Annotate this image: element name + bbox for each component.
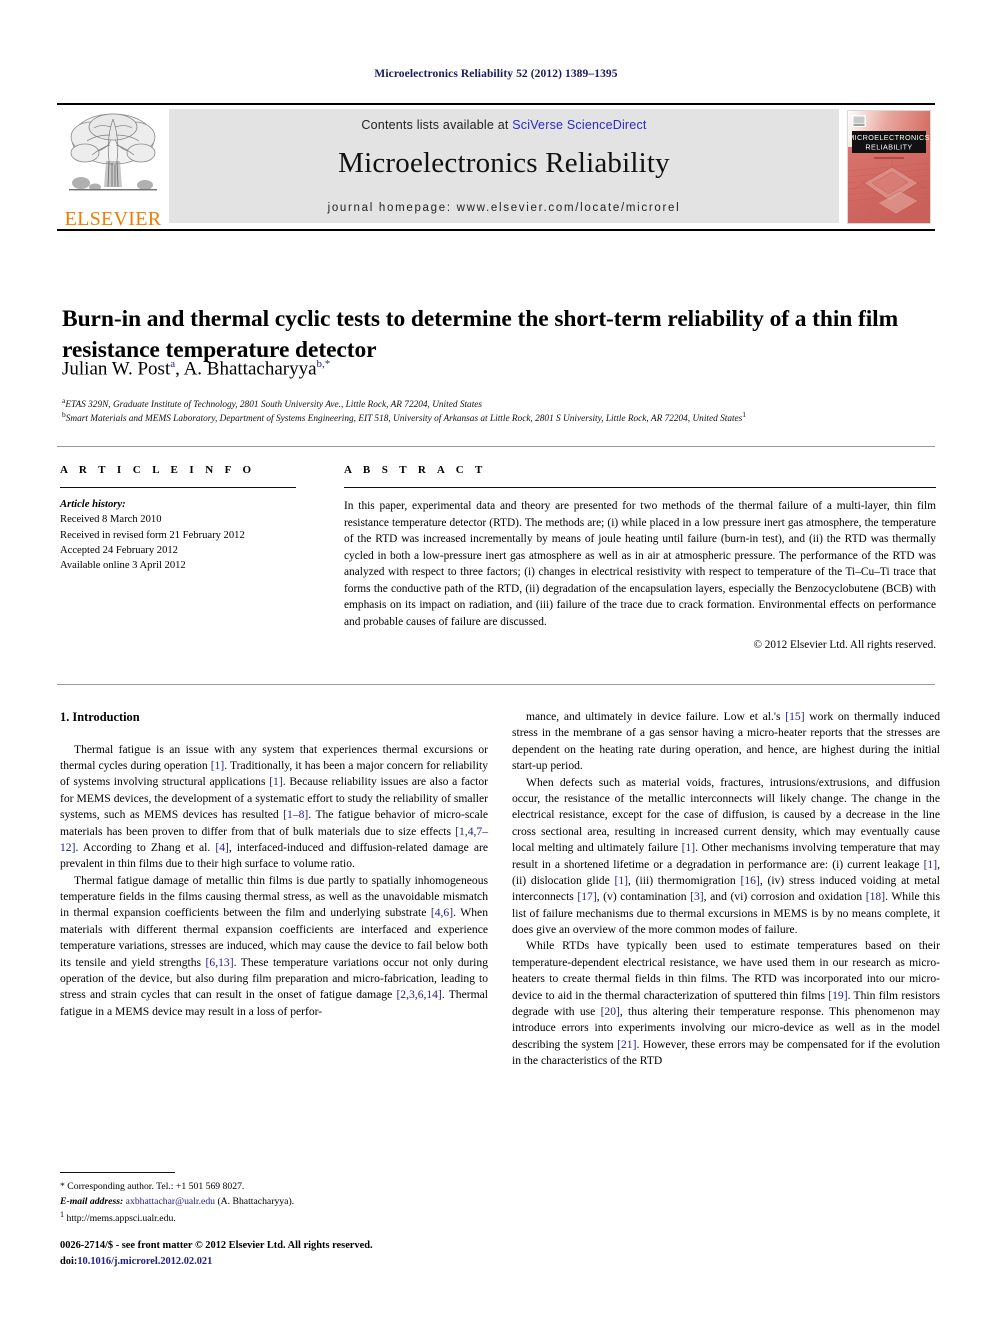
paragraph: mance, and ultimately in device failure.… [512, 710, 940, 773]
footnote-url: 1 http://mems.appsci.ualr.edu. [60, 1209, 488, 1227]
citation-reference[interactable]: [1–8] [283, 808, 308, 821]
svg-text:RELIABILITY: RELIABILITY [865, 143, 912, 152]
citation-reference[interactable]: [1] [682, 841, 696, 854]
sciencedirect-banner: Contents lists available at SciVerse Sci… [169, 109, 839, 223]
email-label: E-mail address: [60, 1195, 124, 1207]
paragraph: While RTDs have typically been used to e… [512, 939, 941, 1068]
body-column-left: 1. Introduction Thermal fatigue is an is… [60, 709, 488, 1020]
author-name-1: Julian W. Post [62, 358, 171, 380]
footnote-1-marker: 1 [60, 1210, 65, 1220]
sciencedirect-link[interactable]: SciVerse ScienceDirect [512, 118, 646, 132]
author-2-affil-marker: b,* [316, 358, 331, 370]
citation-reference[interactable]: [19] [828, 989, 847, 1002]
journal-masthead: ELSEVIER Contents lists available at Sci… [57, 103, 935, 231]
citation-reference[interactable]: [1] [269, 775, 283, 788]
elsevier-tree-icon [69, 113, 157, 191]
email-owner: (A. Bhattacharyya). [217, 1195, 295, 1207]
author-list: Julian W. Posta, A. Bhattacharyyab,* [62, 358, 331, 380]
imprint-block: 0026-2714/$ - see front matter © 2012 El… [60, 1238, 560, 1269]
abstract-block: A B S T R A C T In this paper, experimen… [344, 464, 936, 651]
footnote-email: E-mail address: axbhattachar@ualr.edu (A… [60, 1195, 488, 1210]
abstract-text: In this paper, experimental data and the… [344, 500, 936, 628]
citation-reference[interactable]: [1,4,7–12] [60, 825, 488, 854]
info-rule-top [57, 446, 935, 447]
abstract-copyright: © 2012 Elsevier Ltd. All rights reserved… [753, 639, 937, 652]
elsevier-logo: ELSEVIER [57, 105, 169, 229]
email-link[interactable]: axbhattachar@ualr.edu [126, 1196, 215, 1207]
citation-reference[interactable]: [20] [601, 1005, 620, 1018]
affiliation-b-footnote-marker: 1 [742, 410, 747, 419]
citation-reference[interactable]: [1] [924, 858, 938, 871]
issn-front-matter: 0026-2714/$ - see front matter © 2012 El… [60, 1240, 373, 1251]
info-rule-bottom [57, 684, 935, 685]
affiliation-a-text: ETAS 329N, Graduate Institute of Technol… [65, 400, 483, 411]
article-page: Microelectronics Reliability 52 (2012) 1… [0, 0, 992, 1323]
running-head: Microelectronics Reliability 52 (2012) 1… [374, 68, 618, 80]
citation-reference[interactable]: [2,3,6,14] [396, 988, 441, 1001]
cover-image: MICROELECTRONICS RELIABILITY [847, 110, 931, 224]
citation-reference[interactable]: [1] [614, 874, 628, 887]
citation-reference[interactable]: [21] [617, 1038, 636, 1051]
history-item: Received in revised form 21 February 201… [60, 529, 245, 541]
elsevier-wordmark: ELSEVIER [64, 208, 162, 230]
article-info-underline [60, 487, 296, 488]
footnote-separator [60, 1172, 175, 1173]
doi-label: doi: [60, 1255, 78, 1267]
page-title: Burn-in and thermal cyclic tests to dete… [62, 305, 899, 363]
article-history: Article history: Received 8 March 2010 R… [60, 497, 310, 574]
affiliation-b: bSmart Materials and MEMS Laboratory, De… [62, 410, 942, 427]
body-column-right: mance, and ultimately in device failure.… [512, 709, 940, 1070]
citation-reference[interactable]: [4] [215, 841, 229, 854]
citation-reference[interactable]: [6,13] [206, 956, 234, 969]
paragraph: When defects such as material voids, fra… [512, 775, 940, 937]
affiliation-b-text: Smart Materials and MEMS Laboratory, Dep… [65, 414, 743, 425]
journal-cover-thumbnail: MICROELECTRONICS RELIABILITY [839, 105, 935, 229]
author-1-affil-marker: a [170, 358, 176, 370]
section-heading-introduction: 1. Introduction [60, 710, 140, 724]
citation-reference[interactable]: [1] [211, 759, 225, 772]
paragraph: Thermal fatigue is an issue with any sys… [60, 742, 488, 871]
doi-line: doi:10.1016/j.microrel.2012.02.021 [60, 1254, 560, 1270]
history-item: Accepted 24 February 2012 [60, 545, 178, 557]
paragraph: Thermal fatigue damage of metallic thin … [60, 873, 488, 1018]
footnote-corresponding-author: * Corresponding author. Tel.: +1 501 569… [60, 1181, 245, 1192]
journal-homepage[interactable]: journal homepage: www.elsevier.com/locat… [169, 202, 839, 214]
citation-reference[interactable]: [4,6] [431, 906, 453, 919]
article-info-block: A R T I C L E I N F O Article history: R… [60, 464, 310, 574]
citation-reference[interactable]: [18] [866, 890, 885, 903]
article-info-heading: A R T I C L E I N F O [60, 464, 256, 476]
abstract-underline [344, 487, 936, 488]
citation-reference[interactable]: [3] [690, 890, 704, 903]
citation-reference[interactable]: [16] [740, 874, 759, 887]
article-history-label: Article history: [60, 499, 126, 510]
journal-title: Microelectronics Reliability [338, 147, 670, 179]
contents-prefix: Contents lists available at [361, 118, 513, 132]
cover-artwork-icon: MICROELECTRONICS RELIABILITY [848, 111, 930, 223]
abstract-heading: A B S T R A C T [344, 464, 487, 476]
footnote-1-text[interactable]: http://mems.appsci.ualr.edu. [66, 1214, 175, 1225]
citation-reference[interactable]: [15] [785, 710, 804, 723]
svg-text:MICROELECTRONICS: MICROELECTRONICS [848, 133, 929, 142]
footnote-block: * Corresponding author. Tel.: +1 501 569… [60, 1180, 488, 1227]
author-name-2: A. Bhattacharyya [183, 358, 317, 380]
contents-available-line: Contents lists available at SciVerse Sci… [169, 118, 839, 132]
citation-reference[interactable]: [17] [577, 890, 596, 903]
history-item: Available online 3 April 2012 [60, 560, 186, 572]
doi-value[interactable]: 10.1016/j.microrel.2012.02.021 [77, 1256, 212, 1267]
history-item: Received 8 March 2010 [60, 514, 162, 526]
